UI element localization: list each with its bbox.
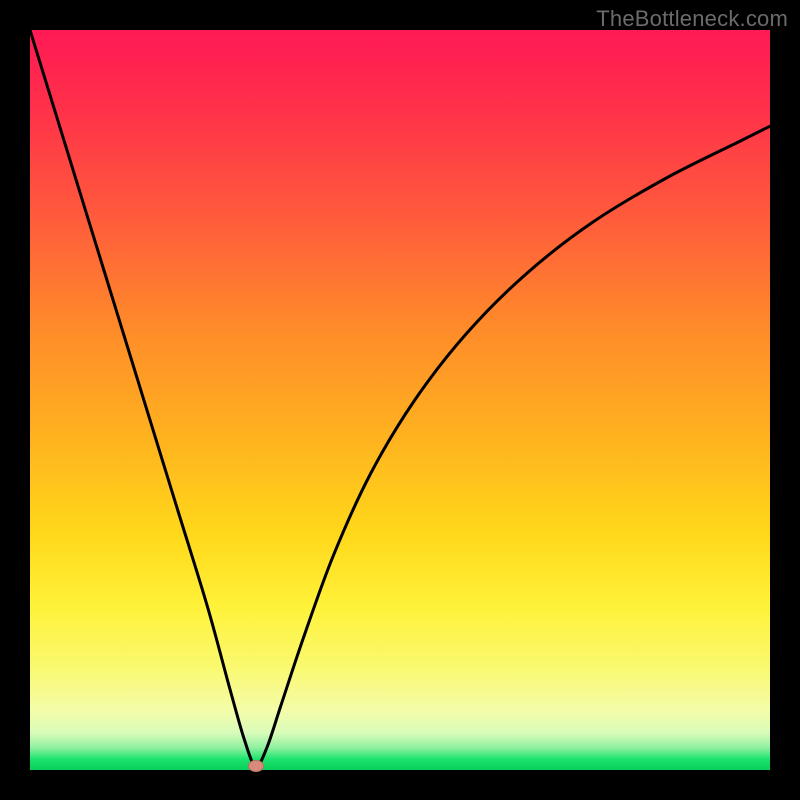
curve-svg [30, 30, 770, 770]
watermark-text: TheBottleneck.com [596, 6, 788, 32]
plot-area [30, 30, 770, 770]
curve-min-marker [248, 760, 264, 772]
chart-frame: TheBottleneck.com [0, 0, 800, 800]
bottleneck-curve [30, 30, 770, 766]
